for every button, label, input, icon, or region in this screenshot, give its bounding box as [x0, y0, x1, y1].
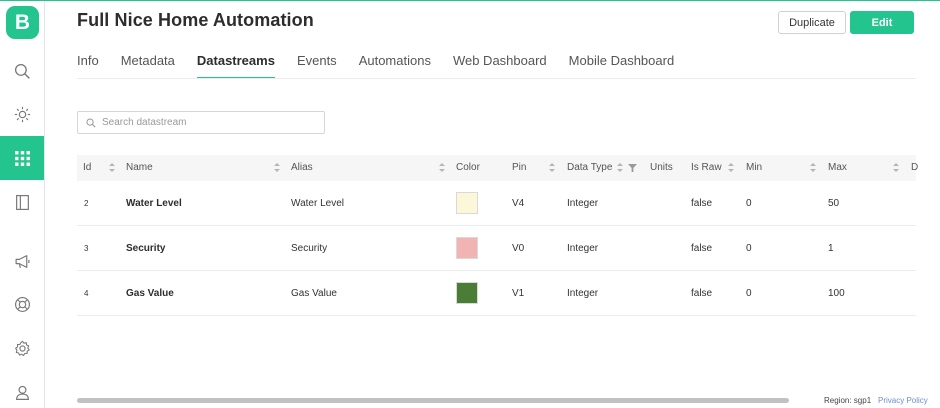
table-row[interactable]: 4 Gas Value Gas Value V1 Integer false 0…: [77, 271, 916, 316]
sort-icon[interactable]: [439, 163, 445, 173]
sidebar-item-documentation[interactable]: [0, 180, 44, 224]
datastreams-table: Id Name Alias Color Pin Data Type Units …: [77, 155, 918, 316]
duplicate-button[interactable]: Duplicate: [778, 11, 846, 34]
edit-button[interactable]: Edit: [850, 11, 914, 34]
cell-alias: Gas Value: [291, 288, 337, 299]
horizontal-scrollbar[interactable]: [77, 398, 789, 403]
cell-data-type: Integer: [567, 288, 599, 299]
search-icon: [86, 117, 96, 127]
cell-min: 0: [746, 288, 752, 299]
sidebar-item-announcements[interactable]: [0, 239, 44, 283]
tab-mobile-dashboard[interactable]: Mobile Dashboard: [569, 53, 675, 79]
tab-info[interactable]: Info: [77, 53, 99, 79]
sidebar-item-settings[interactable]: [0, 326, 44, 370]
search-box: [77, 111, 325, 134]
table-header: Id Name Alias Color Pin Data Type Units …: [77, 155, 918, 181]
sort-icon[interactable]: [810, 163, 816, 173]
cell-name[interactable]: Security: [126, 226, 165, 271]
privacy-policy-link[interactable]: Privacy Policy: [878, 396, 928, 405]
filter-icon[interactable]: [628, 164, 637, 172]
sort-icon[interactable]: [549, 163, 555, 173]
column-header-color[interactable]: Color: [456, 155, 480, 181]
grid-icon: [14, 150, 30, 166]
cell-is-raw: false: [691, 243, 713, 254]
column-header-units[interactable]: Units: [650, 155, 673, 181]
cell-alias: Water Level: [291, 198, 344, 209]
sidebar: B: [0, 1, 45, 408]
sort-icon[interactable]: [893, 163, 899, 173]
sidebar-item-templates[interactable]: [0, 136, 44, 180]
table-row[interactable]: 2 Water Level Water Level V4 Integer fal…: [77, 181, 916, 226]
column-header-pin[interactable]: Pin: [512, 155, 526, 181]
tab-datastreams[interactable]: Datastreams: [196, 53, 275, 79]
cell-alias: Security: [291, 243, 328, 254]
tabs-divider: [77, 78, 916, 79]
cell-max: 1: [828, 243, 834, 254]
cell-pin: V4: [512, 198, 525, 209]
lifebuoy-icon: [14, 296, 30, 312]
search-icon: [14, 63, 30, 79]
cell-min: 0: [746, 243, 752, 254]
color-swatch: [456, 192, 478, 214]
top-accent-line: [0, 0, 940, 1]
column-header-max[interactable]: Max: [828, 155, 847, 181]
cell-max: 100: [828, 288, 845, 299]
cell-id: 2: [84, 199, 89, 208]
column-header-id[interactable]: Id: [83, 155, 91, 181]
sort-icon[interactable]: [617, 163, 623, 173]
user-icon: [15, 385, 29, 400]
sort-icon[interactable]: [274, 163, 280, 173]
tab-bar: Info Metadata Datastreams Events Automat…: [77, 53, 696, 79]
cell-pin: V1: [512, 288, 525, 299]
color-swatch: [456, 282, 478, 304]
search-input[interactable]: [102, 117, 322, 128]
tab-web-dashboard[interactable]: Web Dashboard: [453, 53, 547, 79]
cell-max: 50: [828, 198, 840, 209]
sidebar-item-help[interactable]: [0, 282, 44, 326]
sort-icon[interactable]: [109, 163, 115, 173]
cell-data-type: Integer: [567, 243, 599, 254]
cell-data-type: Integer: [567, 198, 599, 209]
tab-automations[interactable]: Automations: [359, 53, 431, 79]
column-header-data-type[interactable]: Data Type: [567, 155, 612, 181]
region-label: Region: sgp1: [824, 396, 872, 405]
tab-events[interactable]: Events: [297, 53, 337, 79]
column-header-name[interactable]: Name: [126, 155, 153, 181]
cell-id: 3: [84, 244, 89, 253]
tab-metadata[interactable]: Metadata: [121, 53, 175, 79]
column-header-min[interactable]: Min: [746, 155, 762, 181]
gear-icon: [14, 340, 30, 356]
sidebar-item-search[interactable]: [0, 49, 44, 93]
sort-icon[interactable]: [728, 163, 734, 173]
cell-id: 4: [84, 289, 89, 298]
column-header-description[interactable]: D: [911, 155, 918, 181]
page-title: Full Nice Home Automation: [77, 10, 314, 30]
table-row[interactable]: 3 Security Security V0 Integer false 0 1: [77, 226, 916, 271]
cell-is-raw: false: [691, 288, 713, 299]
sidebar-item-overview[interactable]: [0, 92, 44, 136]
sun-icon: [14, 106, 30, 122]
sidebar-item-profile[interactable]: [0, 370, 44, 408]
app-logo[interactable]: B: [6, 6, 39, 39]
color-swatch: [456, 237, 478, 259]
cell-name[interactable]: Gas Value: [126, 271, 174, 316]
megaphone-icon: [15, 254, 29, 268]
cell-pin: V0: [512, 243, 525, 254]
cell-is-raw: false: [691, 198, 713, 209]
column-header-alias[interactable]: Alias: [291, 155, 313, 181]
cell-name[interactable]: Water Level: [126, 181, 182, 226]
book-icon: [15, 194, 29, 210]
cell-min: 0: [746, 198, 752, 209]
column-header-is-raw[interactable]: Is Raw: [691, 155, 722, 181]
